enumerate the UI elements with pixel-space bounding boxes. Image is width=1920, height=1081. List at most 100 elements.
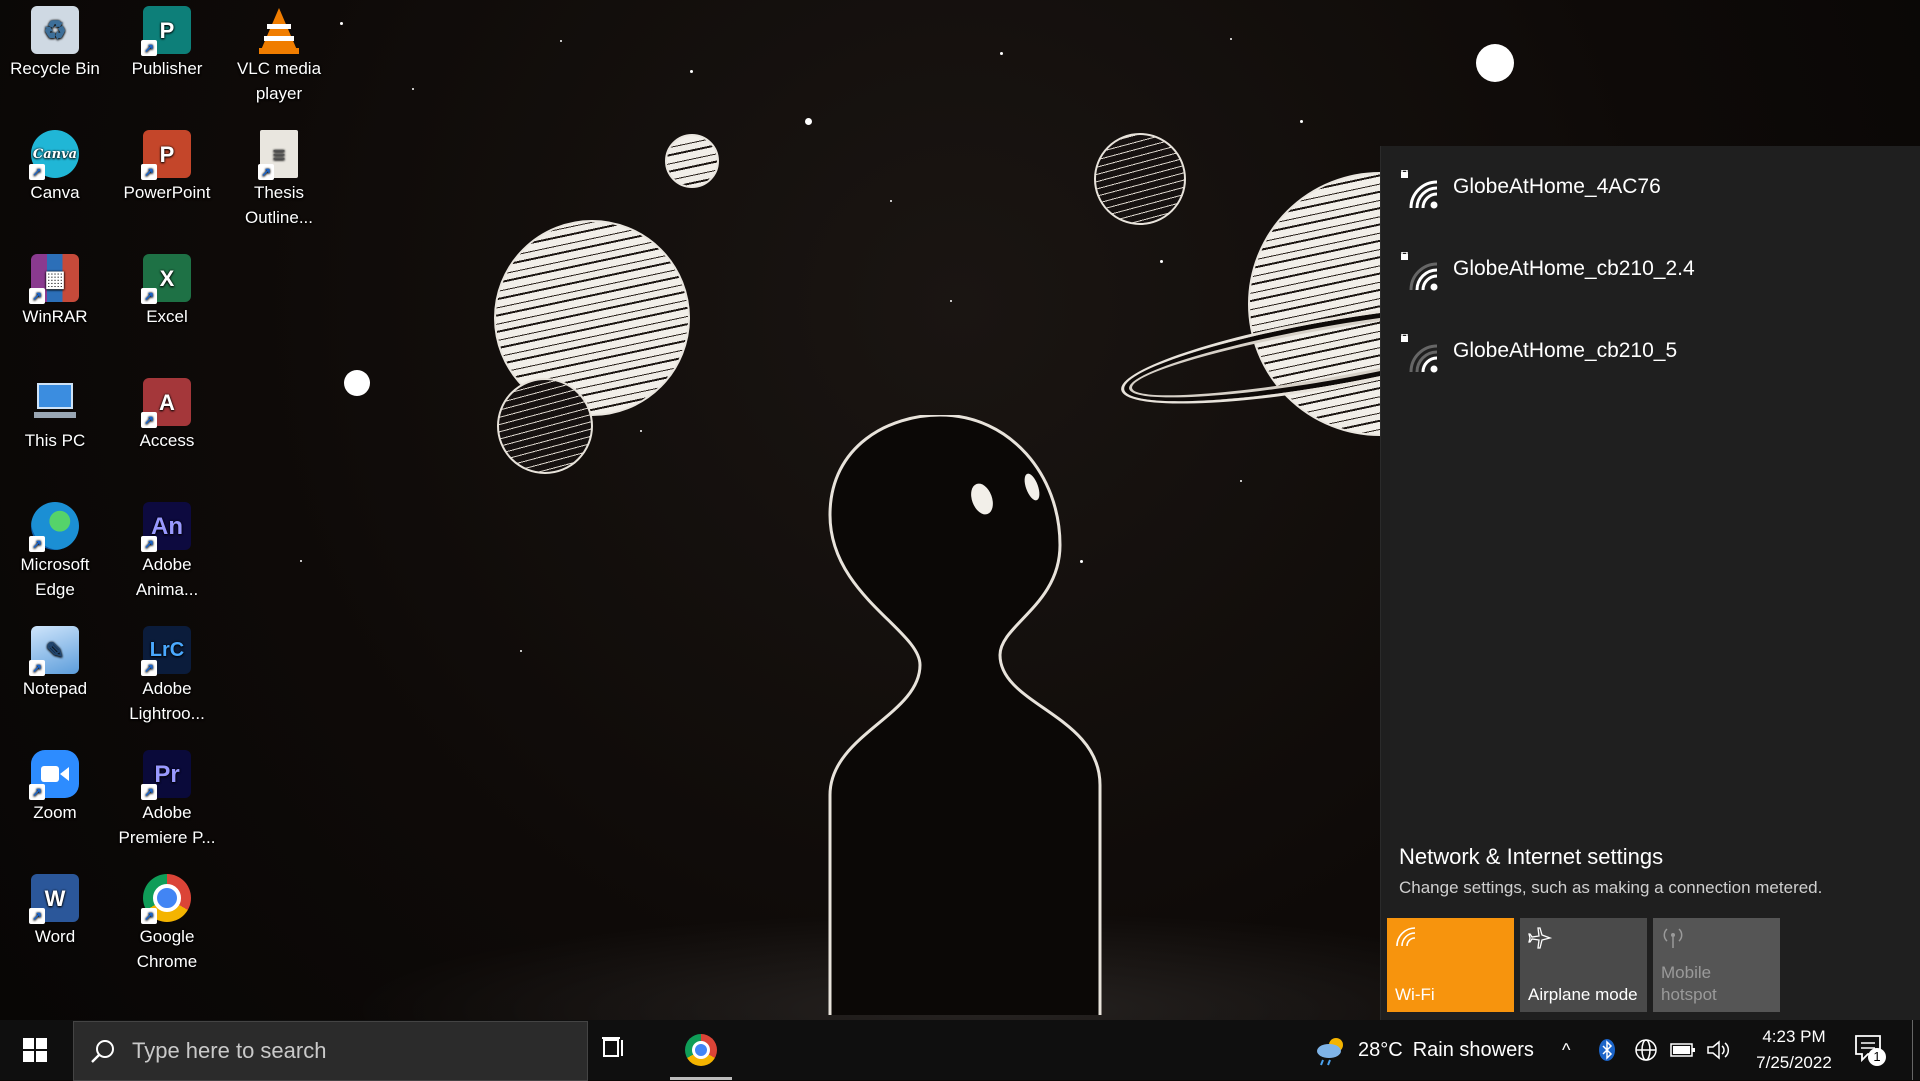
canva-icon: Canva ↗ [29,130,79,180]
star [1240,480,1242,482]
powerpoint-icon: P ↗ [141,130,191,180]
desktop-icon-recycle-bin[interactable]: ♻ Recycle Bin [0,0,110,81]
show-desktop-button[interactable] [1912,1020,1913,1080]
taskbar-search-box[interactable]: Type here to search [73,1021,588,1081]
weather-description: Rain showers [1412,1038,1534,1061]
desktop-icon-label: Recycle Bin [10,59,100,78]
action-center-button[interactable]: 1 [1854,1034,1886,1071]
network-name: GlobeAtHome_cb210_2.4 [1453,257,1695,280]
desktop-icon-adobe-premiere[interactable]: Pr ↗ Adobe Premiere P... [112,744,222,850]
clock-time: 4:23 PM [1762,1027,1826,1046]
desktop-icon-excel[interactable]: X ↗ Excel [112,248,222,329]
globe-icon [1635,1039,1657,1061]
task-view-icon[interactable] [600,1034,628,1062]
desktop-icon-label: Adobe Anima... [135,555,199,599]
star [560,40,562,42]
star [690,70,693,73]
tile-label: Airplane mode [1528,985,1638,1004]
star [520,650,522,652]
desktop-icon-adobe-animate[interactable]: An ↗ Adobe Anima... [112,496,222,602]
desktop-icon-thesis-outline[interactable]: ≡ ↗ Thesis Outline... [224,124,334,230]
desktop-icon-powerpoint[interactable]: P ↗ PowerPoint [112,124,222,205]
airplane-icon [1528,927,1552,949]
person-silhouette [828,415,1102,1015]
word-icon: W ↗ [29,874,79,924]
tile-label: Wi-Fi [1395,985,1435,1004]
network-item[interactable]: GlobeAtHome_4AC76 [1381,146,1920,228]
desktop-icon-access[interactable]: A ↗ Access [112,372,222,453]
weather-temperature: 28°C [1358,1038,1403,1061]
weather-widget[interactable]: 28°C Rain showers [1314,1020,1534,1080]
planet [497,378,593,474]
network-settings-link[interactable]: Network & Internet settings [1399,844,1663,870]
star [300,560,302,562]
desktop-icon-vlc[interactable]: VLC media player [224,0,334,106]
star [805,118,812,125]
show-hidden-icons[interactable]: ^ [1562,1020,1570,1080]
wifi-secured-icon [1401,170,1438,209]
star [344,370,370,396]
vlc-icon [255,6,303,54]
clock-date: 7/25/2022 [1756,1053,1832,1072]
excel-icon: X ↗ [141,254,191,304]
taskbar-chrome-button[interactable] [670,1020,732,1080]
desktop-icon-publisher[interactable]: P ↗ Publisher [112,0,222,81]
chevron-up-icon: ^ [1562,1039,1571,1060]
notification-count-badge: 1 [1868,1048,1886,1066]
network-item[interactable]: GlobeAtHome_cb210_2.4 [1381,228,1920,310]
desktop-icon-winrar[interactable]: ▦ ↗ WinRAR [0,248,110,329]
notepad-icon: ✎ ↗ [29,626,79,676]
desktop-icon-chrome[interactable]: ↗ Google Chrome [112,868,222,974]
start-button[interactable] [0,1020,70,1080]
desktop-icon-notepad[interactable]: ✎ ↗ Notepad [0,620,110,701]
desktop-icon-this-pc[interactable]: This PC [0,372,110,453]
adobe-animate-icon: An ↗ [141,502,191,552]
desktop-icon-edge[interactable]: ↗ Microsoft Edge [0,496,110,602]
desktop-icon-label: Adobe Lightroo... [129,679,205,723]
search-placeholder: Type here to search [132,1038,327,1063]
network-name: GlobeAtHome_4AC76 [1453,175,1661,198]
wifi-secured-icon [1401,334,1438,373]
network-settings-description: Change settings, such as making a connec… [1399,878,1823,897]
network-tray[interactable] [1634,1020,1658,1080]
wifi-toggle-tile[interactable]: Wi-Fi [1387,918,1514,1012]
battery-tray[interactable] [1670,1020,1696,1080]
star [1160,260,1163,263]
wifi-secured-icon [1401,252,1438,291]
bluetooth-icon [1599,1039,1615,1061]
desktop-icon-label: Thesis Outline... [244,183,314,227]
search-icon [91,1040,114,1063]
desktop-icon-adobe-lightroom[interactable]: LrC ↗ Adobe Lightroo... [112,620,222,726]
desktop-icon-canva[interactable]: Canva ↗ Canva [0,124,110,205]
volume-tray[interactable] [1706,1020,1730,1080]
star [640,430,642,432]
publisher-icon: P ↗ [141,6,191,56]
edge-icon: ↗ [29,502,79,552]
taskbar: Type here to search 28°C Rain showers ^ … [0,1020,1920,1081]
network-flyout: GlobeAtHome_4AC76 GlobeAtHome_cb210_2.4 … [1380,146,1920,1020]
desktop-icon-label: Zoom [33,803,77,822]
zoom-icon: ↗ [29,750,79,800]
tile-label: Mobile hotspot [1661,963,1717,1004]
star [950,300,952,302]
wifi-icon [1396,927,1416,947]
star [340,22,343,25]
computer-icon [31,378,79,426]
planet [1094,133,1186,225]
desktop-icon-label: Microsoft Edge [20,555,90,599]
desktop-icon-label: VLC media player [236,59,322,103]
desktop-icon-word[interactable]: W ↗ Word [0,868,110,949]
desktop-icon-label: Notepad [22,679,88,698]
network-item[interactable]: GlobeAtHome_cb210_5 [1381,310,1920,392]
desktop-icon-zoom[interactable]: ↗ Zoom [0,744,110,825]
desktop-icon-label: This PC [24,431,86,450]
star [890,200,892,202]
desktop-icon-label: Publisher [131,59,203,78]
clock[interactable]: 4:23 PM 7/25/2022 [1738,1024,1850,1076]
star [1230,38,1232,40]
windows-icon [23,1038,47,1062]
desktop-icon-label: Adobe Premiere P... [118,803,216,847]
star [1476,44,1514,82]
airplane-mode-tile[interactable]: Airplane mode [1520,918,1647,1012]
bluetooth-tray[interactable] [1598,1020,1616,1080]
